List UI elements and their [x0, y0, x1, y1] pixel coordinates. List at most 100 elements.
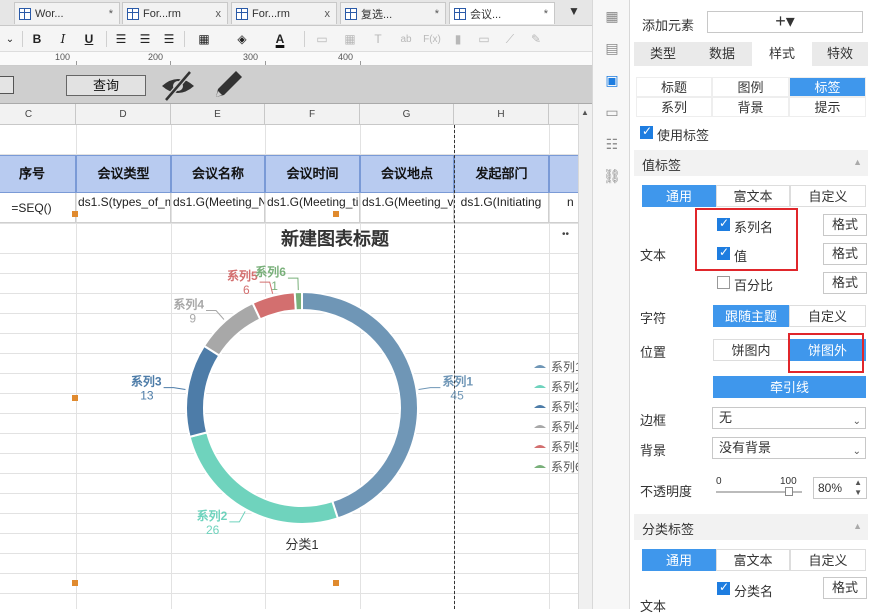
tab-close-button[interactable]: *	[544, 8, 548, 20]
chevron-down-icon[interactable]: ⌄	[2, 29, 18, 49]
align-center-button[interactable]: ☰	[136, 29, 154, 49]
chart-attribute-icon[interactable]: ▣	[602, 70, 622, 90]
doc-tab-1[interactable]: Wor... *	[14, 2, 120, 24]
underline-button[interactable]: U	[80, 29, 98, 49]
tab-list-dropdown[interactable]: ▼	[560, 4, 588, 22]
font-color-button[interactable]: A	[266, 29, 294, 49]
tab-data[interactable]: 数据	[692, 42, 752, 66]
report-sheet[interactable]: 序号 会议类型 会议名称 会议时间 会议地点 发起部门 =SEQ() ds1.S…	[0, 125, 578, 609]
query-button[interactable]: 查询	[66, 75, 146, 96]
cell-element-icon[interactable]: ▦	[602, 6, 622, 26]
column-header-d[interactable]: D	[76, 104, 171, 125]
scroll-up-icon[interactable]: ▲	[581, 108, 589, 117]
tab-close-button[interactable]: *	[435, 8, 439, 20]
percent-checkbox[interactable]	[717, 276, 730, 289]
stepper-icon[interactable]: ▲ ▼	[854, 478, 862, 498]
eye-hidden-icon[interactable]	[158, 70, 198, 102]
background-select[interactable]: 没有背景 ⌄	[712, 437, 866, 459]
legend-item[interactable]: 系列2	[551, 380, 578, 394]
column-header-g[interactable]: G	[360, 104, 454, 125]
draw-icon[interactable]: ✎	[526, 29, 546, 49]
column-header-f[interactable]: F	[265, 104, 360, 125]
opacity-slider-handle[interactable]	[785, 487, 793, 496]
category-mode-custom[interactable]: 自定义	[790, 549, 866, 571]
donut-slice[interactable]	[301, 290, 419, 520]
formula-icon[interactable]: F(x)	[420, 29, 444, 49]
use-label-checkbox[interactable]	[640, 124, 653, 139]
subtab-tooltip[interactable]: 提示	[789, 97, 866, 117]
value-mode-general[interactable]: 通用	[642, 185, 716, 207]
category-format-button[interactable]: 格式	[823, 577, 867, 599]
doc-tab-2[interactable]: For...rm x	[122, 2, 228, 24]
category-mode-richtext[interactable]: 富文本	[716, 549, 790, 571]
series-name-format-button[interactable]: 格式	[823, 214, 867, 236]
selection-handle[interactable]	[72, 211, 78, 217]
doc-tab-3[interactable]: For...rm x	[231, 2, 337, 24]
subtab-title[interactable]: 标题	[636, 77, 712, 97]
leader-line-toggle[interactable]: 牵引线	[713, 376, 866, 398]
value-label-section[interactable]: 值标签 ▲	[634, 150, 868, 176]
percent-format-button[interactable]: 格式	[823, 272, 867, 294]
image-icon[interactable]: ▭	[474, 29, 494, 49]
chart-icon[interactable]: ▮	[448, 29, 468, 49]
doc-tab-5[interactable]: 会议... *	[449, 2, 555, 24]
legend-item[interactable]: 系列5	[551, 440, 578, 454]
tab-style[interactable]: 样式	[752, 42, 812, 66]
column-header-c[interactable]: C	[0, 104, 76, 125]
hyperlink-icon[interactable]: ⛓	[602, 166, 622, 186]
slash-icon[interactable]: ⟋	[500, 29, 520, 49]
bold-button[interactable]: B	[28, 29, 46, 49]
legend-item[interactable]: 系列1	[551, 360, 578, 374]
subtab-background[interactable]: 背景	[712, 97, 789, 117]
text-cell-icon[interactable]: T	[368, 29, 388, 49]
condition-attribute-icon[interactable]: ☷	[602, 134, 622, 154]
vertical-scrollbar[interactable]: ▲	[578, 104, 592, 609]
fill-color-button[interactable]: ◈	[228, 29, 256, 49]
pencil-icon[interactable]	[210, 69, 244, 103]
tab-type[interactable]: 类型	[634, 42, 692, 66]
column-header-e[interactable]: E	[171, 104, 265, 125]
legend-item[interactable]: 系列4	[551, 420, 578, 434]
calendar-icon[interactable]	[0, 76, 14, 94]
selection-handle[interactable]	[72, 395, 78, 401]
cell-attribute-icon[interactable]: ▤	[602, 38, 622, 58]
align-right-button[interactable]: ☰	[160, 29, 178, 49]
subtab-legend[interactable]: 图例	[712, 77, 789, 97]
tab-close-button[interactable]: *	[109, 8, 113, 20]
border-select[interactable]: 无 ⌄	[712, 407, 866, 429]
category-mode-general[interactable]: 通用	[642, 549, 716, 571]
subtab-series[interactable]: 系列	[636, 97, 712, 117]
chart-title[interactable]: 新建图表标题	[240, 225, 430, 251]
table-icon[interactable]: ▦	[340, 29, 360, 49]
widget-settings-icon[interactable]: ▭	[602, 102, 622, 122]
chart-more-icon[interactable]: ••	[562, 229, 569, 240]
donut-slice[interactable]	[293, 290, 303, 312]
abc-icon[interactable]: ab	[396, 29, 416, 49]
position-inside[interactable]: 饼图内	[713, 339, 789, 361]
donut-slice[interactable]	[185, 344, 221, 439]
column-header-h[interactable]: H	[454, 104, 549, 125]
legend-item[interactable]: 系列6	[551, 460, 578, 474]
value-mode-custom[interactable]: 自定义	[790, 185, 866, 207]
tab-effects[interactable]: 特效	[812, 42, 868, 66]
category-name-checkbox[interactable]	[717, 580, 730, 595]
opacity-input[interactable]: 80% ▲ ▼	[813, 477, 867, 499]
selection-handle[interactable]	[333, 211, 339, 217]
subtab-label[interactable]: 标签	[789, 77, 866, 97]
donut-chart[interactable]: 系列145系列1系列226系列2系列313系列3系列49系列4系列56系列5系列…	[0, 125, 578, 609]
merge-cells-icon[interactable]: ▭	[312, 29, 332, 49]
add-element-button[interactable]: +▾	[707, 11, 863, 33]
value-format-button[interactable]: 格式	[823, 243, 867, 265]
font-follow-theme[interactable]: 跟随主题	[713, 305, 789, 327]
font-custom[interactable]: 自定义	[789, 305, 866, 327]
selection-handle[interactable]	[333, 580, 339, 586]
doc-tab-4[interactable]: 复选... *	[340, 2, 446, 24]
selection-handle[interactable]	[72, 580, 78, 586]
value-mode-richtext[interactable]: 富文本	[716, 185, 790, 207]
align-left-button[interactable]: ☰	[112, 29, 130, 49]
category-label-section[interactable]: 分类标签 ▲	[634, 514, 868, 540]
donut-slice[interactable]	[251, 291, 297, 321]
tab-close-button[interactable]: x	[216, 8, 222, 20]
legend-item[interactable]: 系列3	[551, 400, 578, 414]
tab-close-button[interactable]: x	[325, 8, 331, 20]
